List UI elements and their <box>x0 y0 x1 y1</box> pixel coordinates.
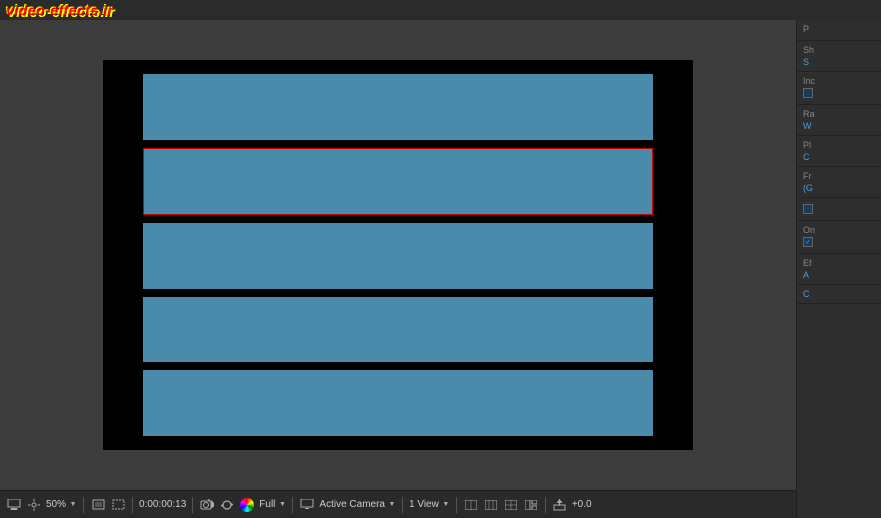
video-stripe-5 <box>143 370 653 436</box>
panel-section-cb <box>797 198 881 221</box>
panel-value-fr[interactable]: (G <box>803 183 875 193</box>
panel-label-ra: Ra <box>803 109 875 119</box>
monitor-icon[interactable] <box>6 498 22 512</box>
panel-label-inc: Inc <box>803 76 875 86</box>
panel-section-sh: Sh S <box>797 41 881 72</box>
divider-4 <box>292 497 293 513</box>
quality-dropdown-arrow: ▼ <box>278 501 286 509</box>
settings-icon[interactable] <box>26 498 42 512</box>
divider-6 <box>456 497 457 513</box>
active-camera-dropdown[interactable]: Active Camera ▼ <box>319 499 396 510</box>
quality-value: Full <box>259 499 275 510</box>
export-icon[interactable] <box>552 498 568 512</box>
layout1-icon[interactable] <box>463 498 479 512</box>
view-dropdown-arrow: ▼ <box>442 501 450 509</box>
panel-section-on: On <box>797 221 881 254</box>
divider-2 <box>132 497 133 513</box>
viewer-area: 50% ▼ 0:00:00:13 <box>0 20 796 518</box>
quality-dropdown[interactable]: Full ▼ <box>259 499 286 510</box>
monitor2-icon[interactable] <box>299 498 315 512</box>
watermark: video-effects.ir <box>6 2 113 18</box>
timecode-section[interactable]: 0:00:00:13 <box>139 499 186 510</box>
panel-label-pl: Pl <box>803 140 875 150</box>
color-wheel-icon[interactable] <box>239 498 255 512</box>
panel-value-ef[interactable]: A <box>803 270 875 280</box>
panel-value-ra[interactable]: W <box>803 121 875 131</box>
panel-label-sh: Sh <box>803 45 875 55</box>
panel-label-fr: Fr <box>803 171 875 181</box>
panel-value-sh[interactable]: S <box>803 57 875 67</box>
panel-section-fr: Fr (G <box>797 167 881 198</box>
top-bar: video-effects.ir <box>0 0 881 20</box>
fit-icon[interactable] <box>90 498 106 512</box>
offset-section[interactable]: +0.0 <box>572 499 592 510</box>
divider-1 <box>83 497 84 513</box>
panel-label-ef: Ef <box>803 258 875 268</box>
layout3-icon[interactable] <box>503 498 519 512</box>
divider-3 <box>192 497 193 513</box>
active-camera-arrow: ▼ <box>388 501 396 509</box>
view-value: 1 View <box>409 499 439 510</box>
panel-section-pl: Pl C <box>797 136 881 167</box>
video-stripe-2 <box>143 148 653 216</box>
layout2-icon[interactable] <box>483 498 499 512</box>
panel-value-c[interactable]: C <box>803 289 875 299</box>
right-panel: P Sh S Inc Ra W Pl C Fr (G <box>796 20 881 518</box>
panel-section-ef: Ef A <box>797 254 881 285</box>
divider-5 <box>402 497 403 513</box>
panel-section-inc: Inc <box>797 72 881 105</box>
bottom-toolbar: 50% ▼ 0:00:00:13 <box>0 490 796 518</box>
select-region-icon[interactable] <box>110 498 126 512</box>
video-stripe-4 <box>143 297 653 363</box>
active-camera-label: Active Camera <box>319 499 385 510</box>
preview-container <box>0 20 796 490</box>
panel-value-pl[interactable]: C <box>803 152 875 162</box>
view-dropdown[interactable]: 1 View ▼ <box>409 499 450 510</box>
inc-checkbox[interactable] <box>803 88 813 98</box>
panel-row-cb <box>803 204 875 214</box>
canvas-frame <box>103 60 693 450</box>
video-stripe-3 <box>143 223 653 289</box>
layout4-icon[interactable] <box>523 498 539 512</box>
panel-row-inc <box>803 88 875 98</box>
panel-section-ra: Ra W <box>797 105 881 136</box>
panel-label-on: On <box>803 225 875 235</box>
divider-7 <box>545 497 546 513</box>
cb2-checkbox[interactable] <box>803 204 813 214</box>
panel-label-p: P <box>803 24 875 34</box>
zoom-value: 50% <box>46 499 66 510</box>
panel-section-1: P <box>797 20 881 41</box>
video-stripe-1 <box>143 74 653 140</box>
on-checkbox[interactable] <box>803 237 813 247</box>
main-area: 50% ▼ 0:00:00:13 <box>0 20 881 518</box>
zoom-dropdown-arrow: ▼ <box>69 501 77 509</box>
offset-value: +0.0 <box>572 499 592 510</box>
camera-icon[interactable] <box>199 498 215 512</box>
timecode-value: 0:00:00:13 <box>139 499 186 510</box>
panel-row-on <box>803 237 875 247</box>
zoom-dropdown[interactable]: 50% ▼ <box>46 499 77 510</box>
panel-section-c: C <box>797 285 881 304</box>
refresh-icon[interactable] <box>219 498 235 512</box>
